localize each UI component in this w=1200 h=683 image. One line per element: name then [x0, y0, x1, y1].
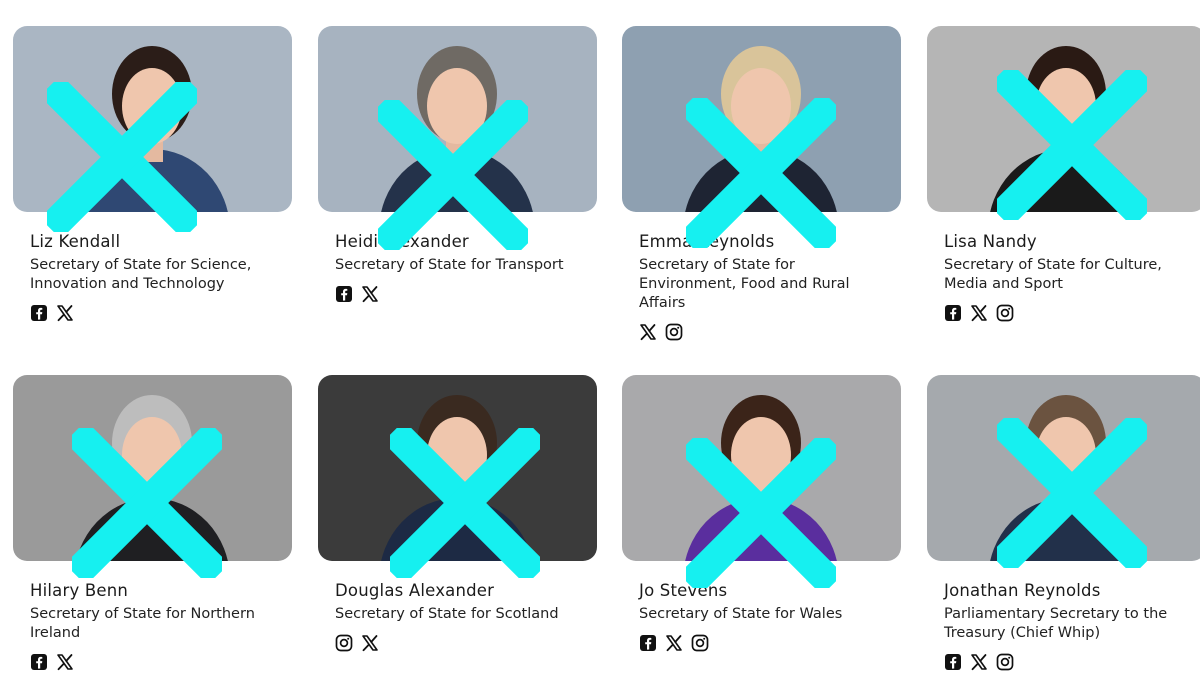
instagram-icon[interactable]: [996, 653, 1014, 671]
portrait-photo: [13, 26, 292, 212]
minister-card: Liz Kendall Secretary of State for Scien…: [13, 26, 292, 322]
social-links: [335, 634, 379, 652]
minister-card: Hilary Benn Secretary of State for North…: [13, 375, 292, 671]
minister-name[interactable]: Liz Kendall: [30, 232, 120, 251]
portrait-photo: [927, 26, 1200, 212]
minister-role: Secretary of State for Transport: [335, 257, 564, 273]
portrait-photo: [318, 375, 597, 561]
minister-name[interactable]: Jo Stevens: [639, 581, 727, 600]
x-icon[interactable]: [56, 653, 74, 671]
x-icon[interactable]: [665, 634, 683, 652]
minister-card: Emma Reynolds Secretary of State for Env…: [622, 26, 901, 341]
portrait-photo: [927, 375, 1200, 561]
instagram-icon[interactable]: [996, 304, 1014, 322]
minister-role: Secretary of State for Scotland: [335, 606, 559, 622]
facebook-icon[interactable]: [30, 653, 48, 671]
facebook-icon[interactable]: [30, 304, 48, 322]
x-icon[interactable]: [639, 323, 657, 341]
instagram-icon[interactable]: [691, 634, 709, 652]
x-icon[interactable]: [970, 304, 988, 322]
minister-name[interactable]: Jonathan Reynolds: [944, 581, 1101, 600]
minister-role: Secretary of State for Science, Innovati…: [30, 257, 252, 292]
instagram-icon[interactable]: [335, 634, 353, 652]
portrait-photo: [13, 375, 292, 561]
social-links: [30, 304, 74, 322]
portrait-photo: [622, 375, 901, 561]
minister-role: Secretary of State for Wales: [639, 606, 843, 622]
facebook-icon[interactable]: [335, 285, 353, 303]
facebook-icon[interactable]: [639, 634, 657, 652]
minister-card: Heidi Alexander Secretary of State for T…: [318, 26, 597, 303]
minister-role: Secretary of State for Culture, Media an…: [944, 257, 1162, 292]
social-links: [30, 653, 74, 671]
minister-name[interactable]: Hilary Benn: [30, 581, 128, 600]
minister-card: Jo Stevens Secretary of State for Wales: [622, 375, 901, 652]
minister-card: Jonathan Reynolds Parliamentary Secretar…: [927, 375, 1200, 671]
social-links: [335, 285, 379, 303]
social-links: [639, 323, 683, 341]
minister-name[interactable]: Lisa Nandy: [944, 232, 1037, 251]
minister-role: Parliamentary Secretary to the Treasury …: [944, 606, 1168, 641]
portrait-photo: [318, 26, 597, 212]
minister-card: Douglas Alexander Secretary of State for…: [318, 375, 597, 652]
minister-name[interactable]: Emma Reynolds: [639, 232, 774, 251]
social-links: [639, 634, 709, 652]
x-icon[interactable]: [970, 653, 988, 671]
minister-name[interactable]: Douglas Alexander: [335, 581, 494, 600]
minister-role: Secretary of State for Northern Ireland: [30, 606, 255, 641]
facebook-icon[interactable]: [944, 304, 962, 322]
x-icon[interactable]: [361, 285, 379, 303]
x-icon[interactable]: [56, 304, 74, 322]
social-links: [944, 653, 1014, 671]
minister-name[interactable]: Heidi Alexander: [335, 232, 469, 251]
minister-role: Secretary of State for Environment, Food…: [639, 257, 850, 311]
minister-card: Lisa Nandy Secretary of State for Cultur…: [927, 26, 1200, 322]
instagram-icon[interactable]: [665, 323, 683, 341]
social-links: [944, 304, 1014, 322]
facebook-icon[interactable]: [944, 653, 962, 671]
x-icon[interactable]: [361, 634, 379, 652]
portrait-photo: [622, 26, 901, 212]
